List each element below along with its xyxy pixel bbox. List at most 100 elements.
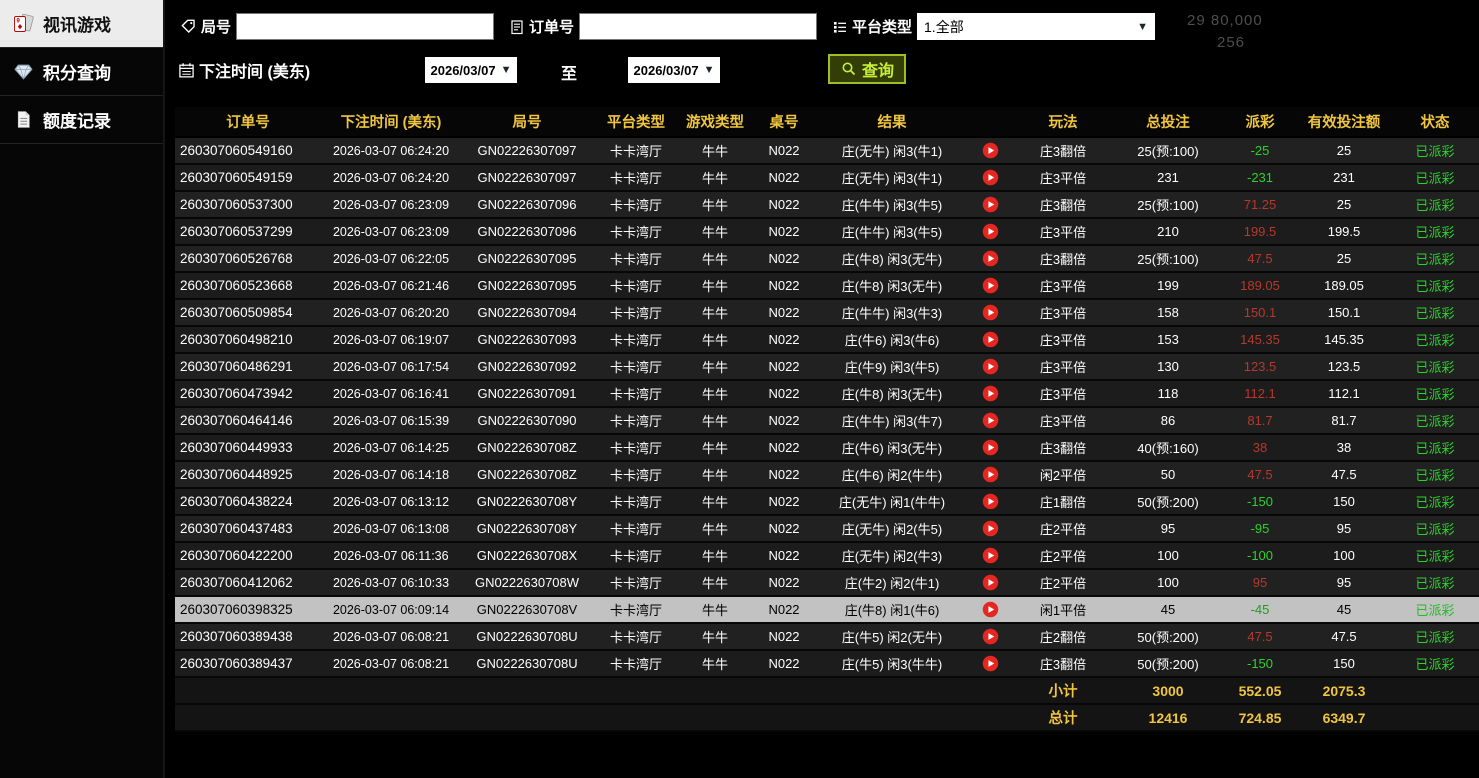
table-row[interactable]: 260307060422200 2026-03-07 06:11:36 GN02… xyxy=(175,542,1479,569)
table-body: 260307060549160 2026-03-07 06:24:20 GN02… xyxy=(175,137,1479,677)
platform-type-value: 1.全部 xyxy=(924,17,964,37)
table-row[interactable]: 260307060526768 2026-03-07 06:22:05 GN02… xyxy=(175,245,1479,272)
table-row[interactable]: 260307060398325 2026-03-07 06:09:14 GN02… xyxy=(175,596,1479,623)
play-video-button[interactable] xyxy=(982,547,999,564)
grand-total-total-bet: 12416 xyxy=(1113,704,1223,731)
table-row[interactable]: 260307060449933 2026-03-07 06:14:25 GN02… xyxy=(175,434,1479,461)
table-header: 订单号 下注时间 (美东) 局号 平台类型 游戏类型 桌号 结果 玩法 总投注 … xyxy=(175,107,1479,137)
grand-total-end-spacer xyxy=(1391,704,1479,731)
subtotal-spacer xyxy=(175,677,1013,704)
cell-bet-time: 2026-03-07 06:23:09 xyxy=(321,191,461,218)
sidebar-item-quota-records[interactable]: 额度记录 xyxy=(0,96,163,144)
table-row[interactable]: 260307060523668 2026-03-07 06:21:46 GN02… xyxy=(175,272,1479,299)
play-video-button[interactable] xyxy=(982,628,999,645)
table-row[interactable]: 260307060437483 2026-03-07 06:13:08 GN02… xyxy=(175,515,1479,542)
play-video-button[interactable] xyxy=(982,331,999,348)
platform-type-select[interactable]: 1.全部 ▼ xyxy=(917,13,1155,40)
cell-payout: -231 xyxy=(1223,164,1297,191)
table-row[interactable]: 260307060537300 2026-03-07 06:23:09 GN02… xyxy=(175,191,1479,218)
cell-order-number: 260307060549159 xyxy=(175,164,321,191)
cell-status: 已派彩 xyxy=(1391,461,1479,488)
background-bleed-text-1: 29 80,000 xyxy=(1187,12,1263,29)
cell-round-number: GN02226307092 xyxy=(461,353,593,380)
cell-game-type: 牛牛 xyxy=(679,326,751,353)
cell-total-bet: 199 xyxy=(1113,272,1223,299)
sidebar-item-label: 视讯游戏 xyxy=(43,11,111,36)
cell-platform-type: 卡卡湾厅 xyxy=(593,623,679,650)
cell-total-bet: 45 xyxy=(1113,596,1223,623)
date-from-select[interactable]: 2026/03/07 ▼ xyxy=(425,57,517,83)
cell-order-number: 260307060437483 xyxy=(175,515,321,542)
cell-status: 已派彩 xyxy=(1391,164,1479,191)
header-row: 订单号 下注时间 (美东) 局号 平台类型 游戏类型 桌号 结果 玩法 总投注 … xyxy=(175,107,1479,137)
sidebar-item-points-query[interactable]: 积分查询 xyxy=(0,48,163,96)
cell-game-type: 牛牛 xyxy=(679,137,751,164)
cell-order-number: 260307060486291 xyxy=(175,353,321,380)
cell-status: 已派彩 xyxy=(1391,218,1479,245)
cell-game-type: 牛牛 xyxy=(679,623,751,650)
cell-round-number: GN0222630708W xyxy=(461,569,593,596)
round-filter-group: 局号 xyxy=(180,13,494,40)
table-row[interactable]: 260307060549160 2026-03-07 06:24:20 GN02… xyxy=(175,137,1479,164)
play-video-button[interactable] xyxy=(982,142,999,159)
table-row[interactable]: 260307060464146 2026-03-07 06:15:39 GN02… xyxy=(175,407,1479,434)
cell-result: 庄(无牛) 闲3(牛1) xyxy=(817,164,967,191)
table-row[interactable]: 260307060509854 2026-03-07 06:20:20 GN02… xyxy=(175,299,1479,326)
chevron-down-icon: ▼ xyxy=(501,64,512,76)
sidebar-item-video-games[interactable]: 9 视讯游戏 xyxy=(0,0,163,48)
table-row[interactable]: 260307060412062 2026-03-07 06:10:33 GN02… xyxy=(175,569,1479,596)
table-row[interactable]: 260307060498210 2026-03-07 06:19:07 GN02… xyxy=(175,326,1479,353)
cell-total-bet: 50(预:200) xyxy=(1113,488,1223,515)
cell-total-bet: 95 xyxy=(1113,515,1223,542)
table-row[interactable]: 260307060549159 2026-03-07 06:24:20 GN02… xyxy=(175,164,1479,191)
subtotal-label: 小计 xyxy=(1013,677,1113,704)
table-row[interactable]: 260307060389437 2026-03-07 06:08:21 GN02… xyxy=(175,650,1479,677)
play-video-button[interactable] xyxy=(982,385,999,402)
sidebar-item-label: 积分查询 xyxy=(43,59,111,84)
cell-result: 庄(牛9) 闲3(牛5) xyxy=(817,353,967,380)
date-to-select[interactable]: 2026/03/07 ▼ xyxy=(628,57,720,83)
cell-play-video xyxy=(967,623,1013,650)
play-video-button[interactable] xyxy=(982,412,999,429)
cell-payout: 47.5 xyxy=(1223,461,1297,488)
play-video-button[interactable] xyxy=(982,169,999,186)
cell-play-video xyxy=(967,488,1013,515)
cell-play-method: 庄3平倍 xyxy=(1013,299,1113,326)
play-video-button[interactable] xyxy=(982,493,999,510)
cell-play-method: 庄2平倍 xyxy=(1013,515,1113,542)
play-video-button[interactable] xyxy=(982,439,999,456)
play-video-button[interactable] xyxy=(982,466,999,483)
column-play-method: 玩法 xyxy=(1013,107,1113,137)
table-row[interactable]: 260307060473942 2026-03-07 06:16:41 GN02… xyxy=(175,380,1479,407)
cell-total-bet: 118 xyxy=(1113,380,1223,407)
table-row[interactable]: 260307060389438 2026-03-07 06:08:21 GN02… xyxy=(175,623,1479,650)
play-video-button[interactable] xyxy=(982,520,999,537)
platform-type-label: 平台类型 xyxy=(831,16,912,37)
chevron-down-icon: ▼ xyxy=(704,64,715,76)
round-number-input[interactable] xyxy=(236,13,494,40)
play-video-button[interactable] xyxy=(982,196,999,213)
play-video-button[interactable] xyxy=(982,574,999,591)
table-row[interactable]: 260307060438224 2026-03-07 06:13:12 GN02… xyxy=(175,488,1479,515)
play-video-button[interactable] xyxy=(982,601,999,618)
play-video-button[interactable] xyxy=(982,358,999,375)
table-row[interactable]: 260307060537299 2026-03-07 06:23:09 GN02… xyxy=(175,218,1479,245)
play-video-button[interactable] xyxy=(982,304,999,321)
play-video-button[interactable] xyxy=(982,223,999,240)
cell-status: 已派彩 xyxy=(1391,272,1479,299)
cell-platform-type: 卡卡湾厅 xyxy=(593,542,679,569)
cell-table-number: N022 xyxy=(751,407,817,434)
cell-play-method: 庄3平倍 xyxy=(1013,380,1113,407)
cell-platform-type: 卡卡湾厅 xyxy=(593,164,679,191)
cell-round-number: GN0222630708U xyxy=(461,650,593,677)
play-video-button[interactable] xyxy=(982,277,999,294)
play-video-button[interactable] xyxy=(982,655,999,672)
table-row[interactable]: 260307060486291 2026-03-07 06:17:54 GN02… xyxy=(175,353,1479,380)
query-button[interactable]: 查询 xyxy=(828,54,906,84)
play-video-button[interactable] xyxy=(982,250,999,267)
table-row[interactable]: 260307060448925 2026-03-07 06:14:18 GN02… xyxy=(175,461,1479,488)
cell-table-number: N022 xyxy=(751,596,817,623)
cell-order-number: 260307060389437 xyxy=(175,650,321,677)
order-number-input[interactable] xyxy=(579,13,817,40)
clipboard-icon xyxy=(508,18,525,35)
